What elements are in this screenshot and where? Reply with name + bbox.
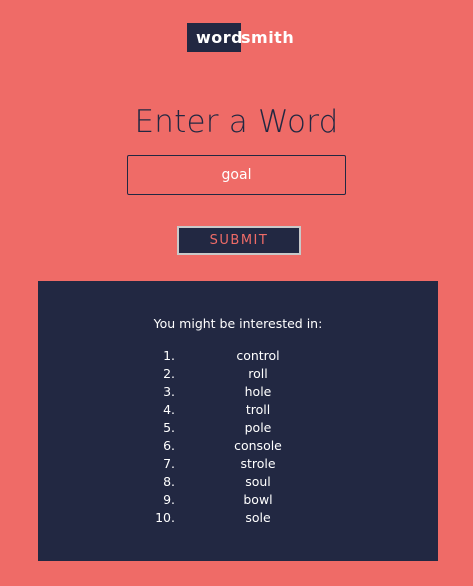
list-item-number: 5.	[163, 420, 175, 435]
list-item: 8. soul	[38, 473, 438, 491]
logo-word: word	[187, 23, 243, 52]
list-item-number: 8.	[163, 474, 175, 489]
list-item: 3. hole	[38, 383, 438, 401]
results-panel: You might be interested in: 1. control 2…	[38, 281, 438, 561]
list-item: 2. roll	[38, 365, 438, 383]
word-input[interactable]	[127, 155, 346, 195]
list-item: 1. control	[38, 347, 438, 365]
list-item-number: 2.	[163, 366, 175, 381]
list-item-word: hole	[244, 384, 272, 399]
page-title: Enter a Word	[134, 104, 339, 140]
list-item: 9. bowl	[38, 491, 438, 509]
list-item-number: 4.	[163, 402, 175, 417]
list-item: 6. console	[38, 437, 438, 455]
list-item-word: troll	[245, 402, 271, 417]
list-item-word: strole	[240, 456, 276, 471]
list-item-number: 3.	[163, 384, 175, 399]
list-item-number: 6.	[163, 438, 175, 453]
submit-button[interactable]: SUBMIT	[177, 226, 301, 255]
logo[interactable]: word smith	[187, 23, 294, 52]
list-item: 10. sole	[38, 509, 438, 527]
results-list: 1. control 2. roll 3. hole 4. troll 5. p…	[38, 347, 438, 527]
logo-smith: smith	[241, 28, 295, 47]
list-item-number: 7.	[163, 456, 175, 471]
list-item-word: console	[234, 438, 282, 453]
list-item-number: 9.	[163, 492, 175, 507]
list-item: 4. troll	[38, 401, 438, 419]
list-item: 5. pole	[38, 419, 438, 437]
list-item-word: soul	[245, 474, 271, 489]
results-heading: You might be interested in:	[153, 316, 323, 331]
list-item-word: pole	[244, 420, 272, 435]
list-item-word: sole	[245, 510, 271, 525]
list-item-word: control	[236, 348, 280, 363]
list-item: 7. strole	[38, 455, 438, 473]
list-item-word: bowl	[243, 492, 273, 507]
list-item-number: 10.	[155, 510, 175, 525]
list-item-number: 1.	[163, 348, 175, 363]
list-item-word: roll	[248, 366, 268, 381]
